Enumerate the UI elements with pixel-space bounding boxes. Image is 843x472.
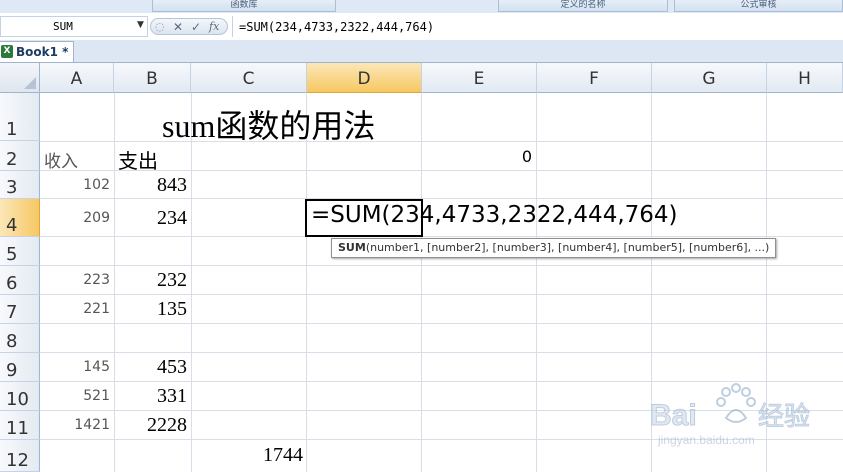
column-header-b[interactable]: B	[114, 63, 191, 93]
column-header-f[interactable]: F	[537, 63, 652, 93]
column-header-h[interactable]: H	[767, 63, 843, 93]
income-cell[interactable]: 1421	[40, 417, 110, 433]
row-number: 10	[6, 389, 29, 410]
formula-text: =SUM(234,4733,2322,444,764)	[239, 20, 435, 34]
row-number: 11	[6, 418, 29, 439]
row-number: 7	[6, 302, 18, 323]
name-box[interactable]: SUM ▼	[0, 16, 148, 37]
cell-edit-text[interactable]: =SUM(234,4733,2322,444,764)	[311, 202, 678, 228]
row-header-12[interactable]: 12	[0, 440, 40, 472]
grid-line	[40, 141, 843, 142]
workbook-tab-strip: X Book1 *	[0, 40, 843, 63]
ribbon-group-defined-names[interactable]: 定义的名称	[498, 0, 668, 12]
income-cell[interactable]: 521	[40, 388, 110, 404]
grip-icon: ◌	[155, 20, 165, 33]
e2-cell[interactable]: 0	[422, 147, 532, 166]
grid-line	[40, 170, 843, 171]
row-number: 12	[6, 450, 29, 471]
row-header-9[interactable]: 9	[0, 353, 40, 382]
select-all-triangle-icon	[24, 77, 36, 89]
ribbon-group-formula-auditing[interactable]: 公式审核	[674, 0, 843, 12]
function-tooltip[interactable]: SUM(number1, [number2], [number3], [numb…	[331, 238, 777, 258]
row-header-11[interactable]: 11	[0, 411, 40, 440]
column-header-a[interactable]: A	[40, 63, 114, 93]
row-header-4[interactable]: 4	[0, 199, 40, 237]
ribbon-group-function-library[interactable]: 函数库	[152, 0, 336, 12]
enter-check-icon[interactable]: ✓	[191, 20, 201, 34]
grid-line	[191, 93, 192, 472]
row-number: 6	[6, 273, 18, 294]
chevron-down-icon[interactable]: ▼	[137, 20, 144, 30]
row-header-1[interactable]: 1	[0, 93, 40, 141]
column-header-d[interactable]: D	[307, 63, 422, 93]
expense-cell[interactable]: 234	[114, 207, 187, 230]
excel-workbook-icon: X	[1, 45, 13, 58]
row-number: 5	[6, 244, 18, 265]
row-number: 4	[6, 215, 18, 236]
workbook-name: Book1 *	[16, 45, 69, 59]
insert-function-icon[interactable]: fx	[209, 20, 219, 33]
watermark-brand-cn-text: 经验	[758, 402, 810, 432]
cancel-icon[interactable]: ✕	[173, 20, 183, 34]
row-header-6[interactable]: 6	[0, 266, 40, 295]
grid-line	[40, 236, 843, 237]
grid-line	[306, 93, 307, 472]
grid-line	[40, 294, 843, 295]
row-number: 1	[6, 119, 18, 140]
c12-sum-cell[interactable]: 1744	[191, 444, 303, 467]
title-cell[interactable]: sum函数的用法	[162, 101, 375, 147]
row-number: 8	[6, 331, 18, 352]
row-header-3[interactable]: 3	[0, 171, 40, 199]
expense-cell[interactable]: 331	[114, 385, 187, 408]
expense-cell[interactable]: 843	[114, 174, 187, 197]
row-header-7[interactable]: 7	[0, 295, 40, 324]
watermark-url-text: jingyan.baidu.com	[657, 433, 755, 447]
column-header-g[interactable]: G	[652, 63, 767, 93]
watermark-brand-text: Bai	[650, 399, 697, 432]
row-number: 9	[6, 360, 18, 381]
row-header-10[interactable]: 10	[0, 382, 40, 411]
income-cell[interactable]: 102	[40, 177, 110, 193]
row-header-5[interactable]: 5	[0, 237, 40, 266]
income-cell[interactable]: 145	[40, 359, 110, 375]
column-header-e[interactable]: E	[422, 63, 537, 93]
expense-header-cell[interactable]: 支出	[118, 145, 158, 174]
row-number: 2	[6, 149, 18, 170]
row-header-2[interactable]: 2	[0, 141, 40, 171]
baidu-watermark-logo: Bai 经验 jingyan.baidu.com	[650, 383, 811, 447]
income-cell[interactable]: 209	[40, 210, 110, 226]
expense-cell[interactable]: 232	[114, 269, 187, 292]
name-box-value: SUM	[53, 20, 73, 33]
formula-bar: SUM ▼ ◌ ✕ ✓ fx =SUM(234,4733,2322,444,76…	[0, 13, 843, 41]
formula-buttons: ◌ ✕ ✓ fx	[150, 18, 228, 35]
income-header-cell[interactable]: 收入	[44, 147, 78, 172]
grid-line	[40, 265, 843, 266]
income-cell[interactable]: 221	[40, 301, 110, 317]
workbook-tab[interactable]: X Book1 *	[0, 41, 74, 62]
grid-line	[40, 198, 843, 199]
grid-line	[40, 352, 843, 353]
ribbon-strip: 函数库 定义的名称 公式审核	[0, 0, 843, 13]
tooltip-arguments: (number1, [number2], [number3], [number4…	[365, 241, 770, 254]
column-header-c[interactable]: C	[191, 63, 307, 93]
grid-line	[40, 323, 843, 324]
row-number: 3	[6, 177, 18, 198]
select-all-button[interactable]	[0, 63, 40, 93]
expense-cell[interactable]: 2228	[114, 414, 187, 437]
income-cell[interactable]: 223	[40, 272, 110, 288]
tooltip-function-name[interactable]: SUM	[338, 241, 366, 254]
row-header-8[interactable]: 8	[0, 324, 40, 353]
grid-line	[536, 93, 537, 472]
expense-cell[interactable]: 135	[114, 298, 187, 321]
formula-input[interactable]: =SUM(234,4733,2322,444,764)	[232, 16, 843, 37]
expense-cell[interactable]: 453	[114, 356, 187, 379]
